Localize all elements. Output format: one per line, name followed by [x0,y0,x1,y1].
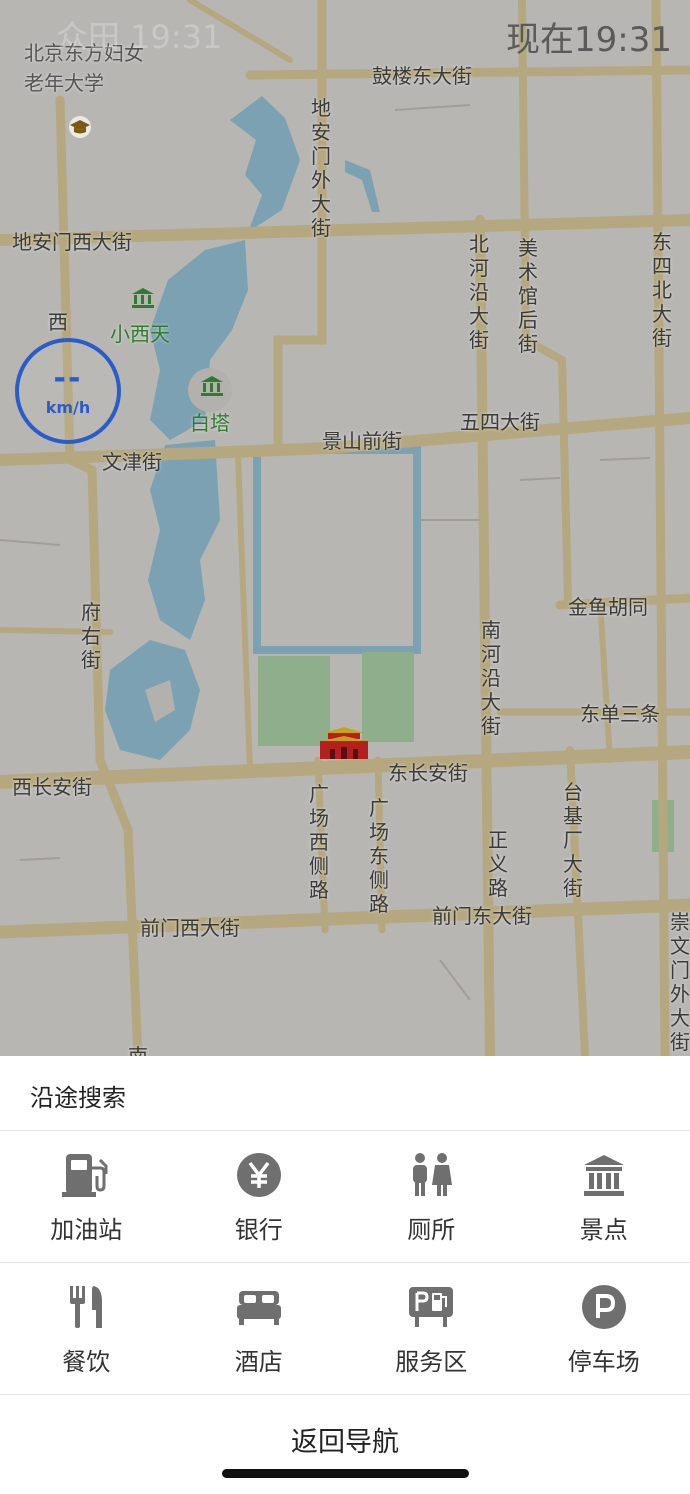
category-label: 银行 [234,1216,283,1244]
divider [0,1262,690,1263]
map-base [0,0,690,1056]
baita-landmark-icon[interactable] [199,374,225,398]
home-indicator[interactable] [222,1469,469,1478]
label-beihe-yan: 北河沿大街 [469,232,489,352]
label-qianmen-west: 前门西大街 [140,916,240,940]
speed-unit: km/h [45,398,91,417]
category-label: 加油站 [50,1216,123,1244]
label-wenjin: 文津街 [102,450,162,474]
category-row-1: 加油站 银行 厕所 景点 [0,1132,690,1262]
back-to-navigation-button[interactable]: 返回导航 [0,1408,690,1478]
label-xiaoxitian: 小西天 [110,322,170,346]
label-nanhe-yan: 南河沿大街 [481,618,501,738]
category-service-area[interactable]: 服务区 [345,1264,518,1394]
map-roads [0,0,690,1056]
along-route-search-panel: 沿途搜索 加油站 银行 厕所 景点 餐饮 酒店 服务区 停车场 返回导航 [0,1056,690,1494]
faded-status-text: 众田 19:31 [56,18,223,56]
category-parking[interactable]: 停车场 [518,1264,690,1394]
label-jingshan: 景山前街 [322,429,402,453]
category-label: 酒店 [234,1348,283,1376]
label-taiji: 台基厂大街 [563,780,583,900]
category-label: 厕所 [407,1216,456,1244]
divider [0,1130,690,1131]
landmark-icon [579,1150,629,1200]
category-bank[interactable]: 银行 [173,1132,346,1262]
label-wusi: 五四大街 [460,410,540,434]
label-baita: 白塔 [190,411,230,435]
label-meishuguan: 美术馆后街 [518,236,538,356]
panel-title: 沿途搜索 [30,1084,126,1112]
category-label: 服务区 [395,1348,468,1376]
label-nan: 南 [128,1044,148,1056]
label-zhengyi: 正义路 [488,828,508,900]
service-area-icon [406,1282,456,1332]
category-scenic-spot[interactable]: 景点 [518,1132,690,1262]
hotel-bed-icon [234,1282,284,1332]
speedometer: -- km/h [15,338,121,444]
category-dining[interactable]: 餐饮 [0,1264,173,1394]
category-label: 景点 [579,1216,628,1244]
current-time: 现在19:31 [506,20,672,60]
park-landmark-icon[interactable] [130,286,156,310]
category-gas-station[interactable]: 加油站 [0,1132,173,1262]
label-dongdan: 东单三条 [580,702,660,726]
label-xi: 西 [48,310,68,334]
label-jinyu: 金鱼胡同 [568,595,648,619]
label-guangchang-west: 广场西侧路 [309,782,329,902]
category-hotel[interactable]: 酒店 [173,1264,346,1394]
label-dianmen-west: 地安门西大街 [12,230,132,254]
toilet-icon [406,1150,456,1200]
category-row-2: 餐饮 酒店 服务区 停车场 [0,1264,690,1394]
category-label: 停车场 [567,1348,640,1376]
map-view[interactable]: 众田 19:31 现在19:31 北京东方妇女老年大学 鼓楼东大街 地安门外大街… [0,0,690,1056]
label-dianmen-outer: 地安门外大街 [311,96,331,240]
parking-icon [579,1282,629,1332]
label-chongwen: 崇文门外大街 [670,910,690,1054]
bank-yen-icon [234,1150,284,1200]
label-dongsi-north: 东四北大街 [652,230,672,350]
label-fuyou: 府右街 [81,600,101,672]
category-toilet[interactable]: 厕所 [345,1132,518,1262]
school-icon[interactable] [67,116,93,138]
speed-value: -- [53,361,83,396]
tiananmen-icon[interactable] [318,725,370,761]
label-dongchangan: 东长安街 [388,761,468,785]
label-gulou-east: 鼓楼东大街 [372,64,472,88]
divider [0,1394,690,1395]
category-label: 餐饮 [62,1348,111,1376]
gas-station-icon [61,1150,111,1200]
dining-icon [61,1282,111,1332]
label-qianmen-east: 前门东大街 [432,904,532,928]
label-guangchang-east: 广场东侧路 [369,796,389,916]
label-xichangan: 西长安街 [12,775,92,799]
